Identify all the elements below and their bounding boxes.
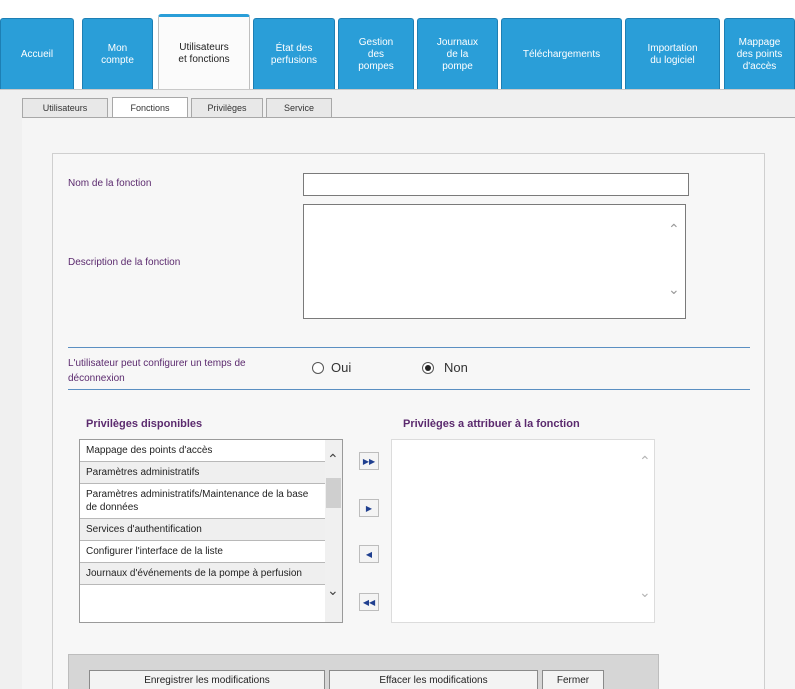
subtab-service[interactable]: Service [266,98,332,117]
list-item[interactable]: Journaux d'événements de la pompe à perf… [80,563,326,585]
tab-journaux-de-la-pompe[interactable]: Journaux de la pompe [417,18,498,90]
available-privileges-title: Privilèges disponibles [86,418,203,430]
scrollbar-thumb[interactable] [326,478,341,508]
tab-etat-des-perfusions[interactable]: État des perfusions [253,18,335,90]
tab-telechargements[interactable]: Téléchargements [501,18,622,90]
radio-non[interactable] [422,362,434,374]
subtab-privileges[interactable]: Privilèges [191,98,263,117]
move-right-button[interactable]: ▶ [359,499,379,517]
radio-non-label: Non [444,360,468,375]
list-item[interactable]: Mappage des points d'accès [80,440,326,462]
list-item[interactable]: Paramètres administratifs/Maintenance de… [80,484,326,519]
section-divider-top [68,347,750,348]
move-all-left-button[interactable]: ◀◀ [359,593,379,611]
tab-utilisateurs-et-fonctions[interactable]: Utilisateurs et fonctions [158,14,250,90]
close-button[interactable]: Fermer [542,670,604,689]
radio-oui-label: Oui [331,360,352,375]
role-name-label: Nom de la fonction [68,178,152,189]
clear-changes-button[interactable]: Effacer les modifications [329,670,538,689]
chevron-down-icon[interactable]: ⌄ [639,585,651,599]
chevron-up-icon[interactable]: ⌃ [668,222,680,236]
scroll-up-icon[interactable]: ⌃ [327,452,339,466]
tab-gestion-des-pompes[interactable]: Gestion des pompes [338,18,414,90]
tab-mappage-des-points-dacces[interactable]: Mappage des points d'accès [724,18,795,90]
list-item[interactable]: Services d'authentification [80,519,326,541]
move-all-right-button[interactable]: ▶▶ [359,452,379,470]
assigned-privileges-title: Privilèges a attribuer à la fonction [403,418,580,430]
role-name-input[interactable] [303,173,689,196]
role-description-textarea[interactable] [303,204,686,319]
tab-mon-compte[interactable]: Mon compte [82,18,153,90]
available-privileges-list[interactable]: Mappage des points d'accès Paramètres ad… [79,439,343,623]
radio-selected-dot [425,365,431,371]
chevron-up-icon[interactable]: ⌃ [639,454,651,468]
top-navigation: Accueil Mon compte Utilisateurs et fonct… [0,0,795,90]
role-description-value [304,205,685,213]
scroll-down-icon[interactable]: ⌄ [327,583,339,597]
logout-time-label: L'utilisateur peut configurer un temps d… [68,358,246,384]
move-left-button[interactable]: ◀ [359,545,379,563]
assigned-privileges-list[interactable] [391,439,655,623]
tab-accueil[interactable]: Accueil [0,18,74,90]
list-item[interactable]: Paramètres administratifs [80,462,326,484]
role-description-label: Description de la fonction [68,257,181,268]
section-divider-bottom [68,389,750,390]
subtab-utilisateurs[interactable]: Utilisateurs [22,98,108,117]
subtab-fonctions[interactable]: Fonctions [112,97,188,117]
tab-importation-du-logiciel[interactable]: Importation du logiciel [625,18,720,90]
chevron-down-icon[interactable]: ⌄ [668,282,680,296]
list-item[interactable]: Configurer l'interface de la liste [80,541,326,563]
radio-oui[interactable] [312,362,324,374]
save-changes-button[interactable]: Enregistrer les modifications [89,670,325,689]
role-name-value [304,174,688,182]
